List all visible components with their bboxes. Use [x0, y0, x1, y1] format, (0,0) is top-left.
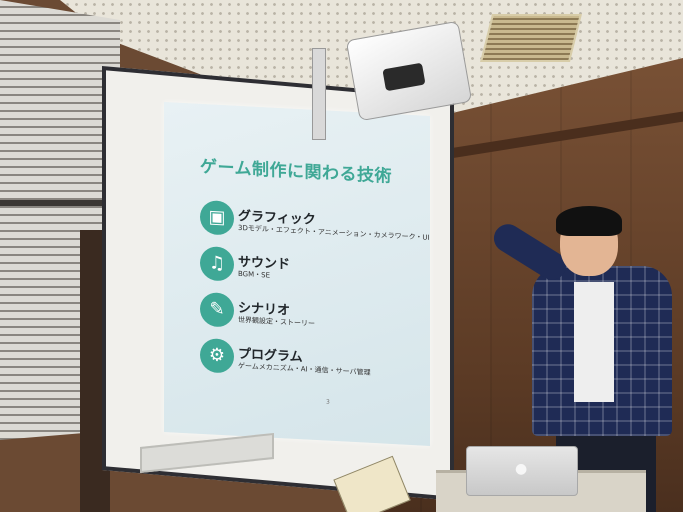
video-camera-icon: ▣ [200, 199, 234, 236]
document-pen-icon: ✎ [200, 291, 234, 328]
window-frame [0, 200, 118, 206]
slide-page-number: 3 [326, 398, 330, 406]
gears-icon: ⚙ [200, 337, 234, 374]
slide-item-graphics: ▣ グラフィック 3Dモデル・エフェクト・アニメーション・カメラワーク・UI [200, 199, 430, 252]
slide-item-scenario: ✎ シナリオ 世界観設定・ストーリー [200, 291, 430, 344]
projected-slide: ゲーム制作に関わる技術 ▣ グラフィック 3Dモデル・エフェクト・アニメーション… [164, 102, 430, 446]
projector-lens [382, 62, 426, 92]
presenter-hair [556, 206, 622, 236]
slide-item-sub: BGM・SE [238, 269, 271, 280]
slide-item-sound: ♫ サウンド BGM・SE [200, 245, 430, 298]
classroom-photo: ゲーム制作に関わる技術 ▣ グラフィック 3Dモデル・エフェクト・アニメーション… [0, 0, 683, 512]
slide-item-sub: 3Dモデル・エフェクト・アニメーション・カメラワーク・UI [238, 223, 430, 242]
presenter-tshirt [574, 282, 614, 402]
slide-item-sub: 世界観設定・ストーリー [238, 315, 315, 328]
apple-logo-icon: ● [515, 461, 528, 477]
slide-item-sub: ゲームメカニズム・AI・通信・サーバ管理 [238, 361, 371, 377]
projector-mount [312, 48, 326, 140]
slide-item-program: ⚙ プログラム ゲームメカニズム・AI・通信・サーバ管理 [200, 337, 430, 390]
music-note-icon: ♫ [200, 245, 234, 282]
slide-title: ゲーム制作に関わる技術 [200, 156, 392, 187]
laptop: ● [466, 446, 578, 496]
ceiling-vent [480, 14, 582, 62]
